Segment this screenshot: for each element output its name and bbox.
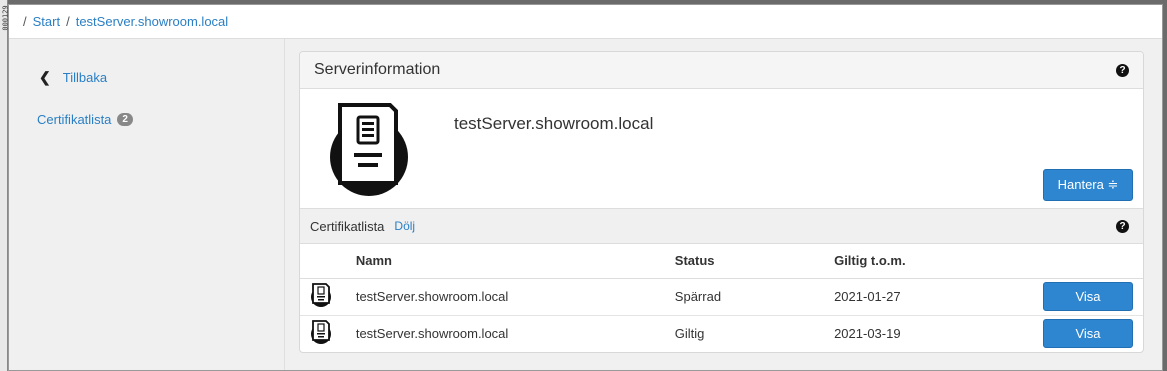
sidebar-item-cert-list[interactable]: Certifikatlista 2: [9, 109, 284, 129]
column-header-icon: [300, 244, 356, 279]
certificate-icon: [311, 283, 331, 307]
breadcrumb-current-link[interactable]: testServer.showroom.local: [76, 14, 228, 29]
server-name: testServer.showroom.local: [454, 114, 654, 133]
cert-name: testServer.showroom.local: [355, 278, 675, 316]
server-certificate-icon: [330, 103, 408, 196]
cert-name: testServer.showroom.local: [355, 326, 509, 342]
cert-list-title: Certifikatlista: [310, 218, 385, 234]
cert-list-header: Certifikatlista Dölj ?: [300, 209, 1143, 244]
chevron-left-icon: ❮: [39, 68, 51, 85]
app-window: / Start / testServer.showroom.local ❮ Ti…: [8, 4, 1163, 371]
breadcrumb: / Start / testServer.showroom.local: [9, 5, 1162, 39]
cert-table: Namn Status Giltig t.o.m. testServer.sho…: [300, 244, 1143, 352]
breadcrumb-separator: /: [66, 14, 70, 29]
back-label: Tillbaka: [62, 69, 108, 85]
count-badge: 2: [117, 112, 133, 126]
sidebar-item-label: Certifikatlista: [37, 111, 112, 127]
column-header-status: Status: [674, 244, 835, 279]
column-header-action: [1043, 244, 1143, 279]
hide-link[interactable]: Dölj: [394, 219, 415, 233]
server-panel-header: Serverinformation ?: [300, 52, 1143, 89]
help-icon[interactable]: ?: [1116, 219, 1129, 233]
view-button[interactable]: Visa: [1043, 319, 1133, 349]
help-icon[interactable]: ?: [1116, 63, 1129, 77]
breadcrumb-separator: /: [23, 14, 27, 29]
cert-status: Giltig: [674, 326, 705, 342]
back-link[interactable]: ❮ Tillbaka: [9, 67, 284, 87]
certificate-icon: [311, 320, 331, 345]
cert-valid-date: 2021-01-27: [834, 278, 1043, 316]
column-header-name: Namn: [355, 244, 675, 279]
breadcrumb-start-link[interactable]: Start: [33, 14, 60, 29]
layout: ❮ Tillbaka Certifikatlista 2 Serverinfor…: [9, 39, 1162, 370]
main-content: Serverinformation ? testServer.showroom.…: [285, 39, 1162, 370]
cert-valid-date: 2021-03-19: [834, 326, 901, 342]
table-row: testServer.showroom.local Giltig 2021-03…: [300, 315, 1143, 352]
table-header-row: Namn Status Giltig t.o.m.: [300, 244, 1143, 279]
view-button[interactable]: Visa: [1043, 282, 1133, 311]
cert-status: Spärrad: [674, 278, 835, 316]
side-strip: 000129: [0, 0, 10, 371]
table-row: testServer.showroom.local Spärrad 2021-0…: [300, 278, 1143, 316]
sidebar: ❮ Tillbaka Certifikatlista 2: [9, 39, 285, 370]
column-header-valid: Giltig t.o.m.: [834, 244, 1043, 279]
panel-title: Serverinformation: [314, 61, 441, 78]
server-panel: Serverinformation ? testServer.showroom.…: [299, 51, 1144, 353]
server-info-body: testServer.showroom.local Hantera ≑: [300, 89, 1143, 209]
manage-button[interactable]: Hantera ≑: [1043, 169, 1133, 201]
